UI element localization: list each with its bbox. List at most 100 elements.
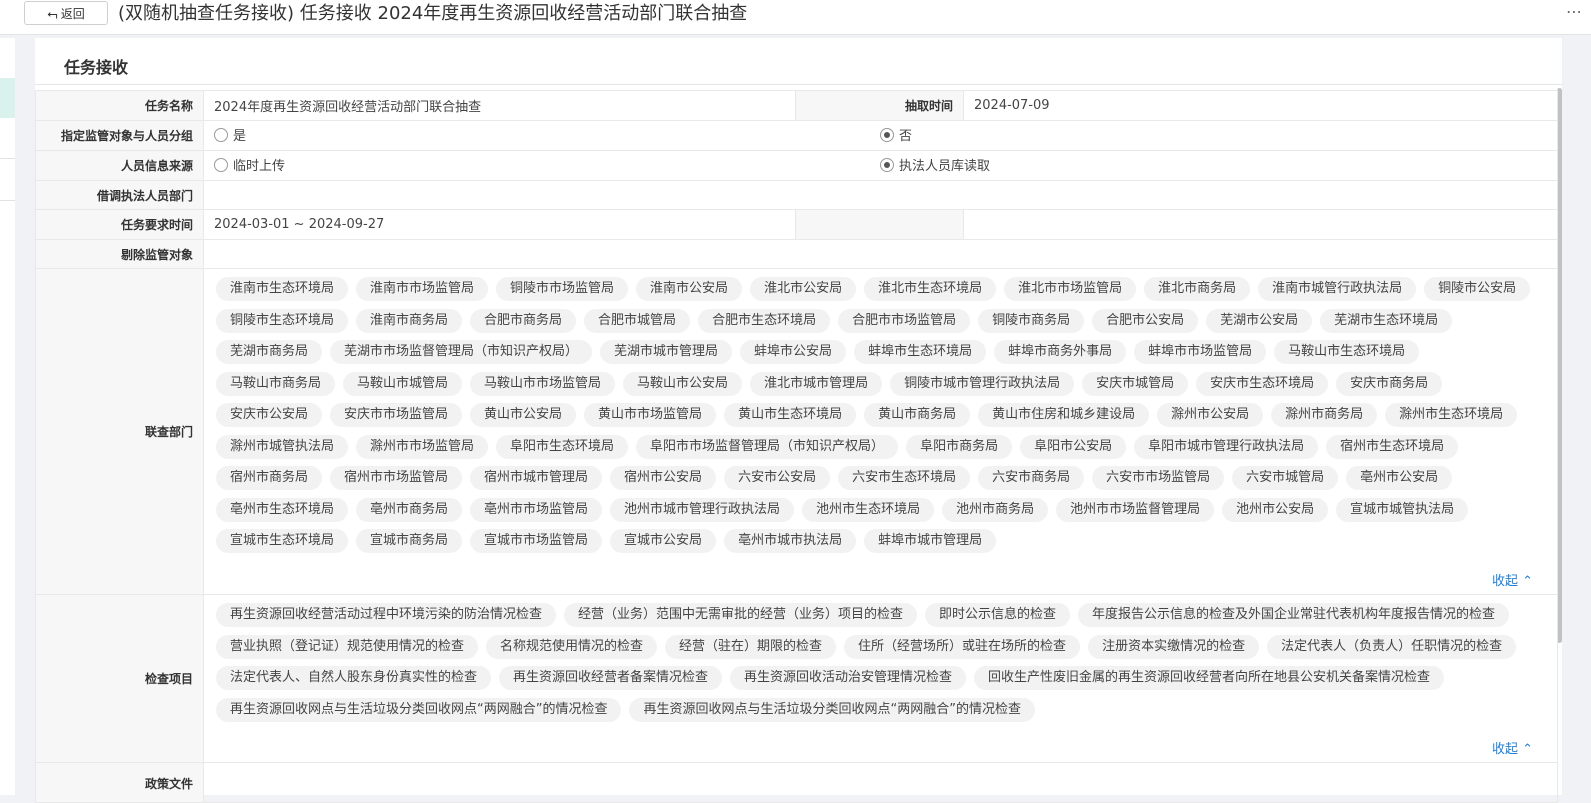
policy-label: 政策文件 <box>35 762 204 803</box>
check-item-tag: 再生资源回收网点与生活垃圾分类回收网点“两网融合”的情况检查 <box>629 697 1035 722</box>
dept-tag: 合肥市城管局 <box>584 308 691 333</box>
assign-options: 是 否 <box>203 120 1558 151</box>
source-label: 人员信息来源 <box>35 150 204 181</box>
dept-tag: 合肥市商务局 <box>470 308 577 333</box>
radio-checked-icon <box>880 157 894 172</box>
check-item-tag: 法定代表人、自然人股东身份真实性的检查 <box>216 666 492 690</box>
empty-label-cell <box>795 209 964 240</box>
dept-tag: 马鞍山市公安局 <box>623 371 743 396</box>
sidebar-divider <box>0 200 15 201</box>
draw-time-value: 2024-07-09 <box>963 90 1558 121</box>
dept-tag: 黄山市住房和城乡建设局 <box>978 403 1150 427</box>
main-panel: 任务接收 任务名称 2024年度再生资源回收经营活动部门联合抽查 抽取时间 20… <box>35 38 1562 803</box>
dept-tag: 马鞍山市商务局 <box>216 371 336 396</box>
dept-tag: 蚌埠市公安局 <box>740 340 847 364</box>
dept-tag: 宿州市商务局 <box>216 466 323 490</box>
back-button[interactable]: ⮢ 返回 <box>24 1 108 25</box>
depts-label: 联查部门 <box>35 268 204 595</box>
dept-tag: 合肥市市场监管局 <box>838 308 971 333</box>
dept-tag: 宿州市市场监管局 <box>330 466 463 490</box>
req-time-label: 任务要求时间 <box>35 209 204 240</box>
back-label: 返回 <box>60 7 85 21</box>
check-item-tag: 经营（业务）范围中无需审批的经营（业务）项目的检查 <box>564 603 918 627</box>
dept-tag: 池州市城市管理行政执法局 <box>610 497 795 522</box>
borrow-value <box>203 180 1558 210</box>
dept-tag: 蚌埠市商务外事局 <box>994 340 1127 364</box>
dept-tag: 淮北市商务局 <box>1144 277 1251 301</box>
dept-tag: 芜湖市商务局 <box>216 340 323 364</box>
dept-tag: 六安市生态环境局 <box>838 466 971 490</box>
dept-tag: 阜阳市市场监督管理局（市知识产权局） <box>636 434 899 459</box>
check-item-tag: 住所（经营场所）或驻在场所的检查 <box>844 634 1081 659</box>
check-item-tag: 再生资源回收经营活动过程中环境污染的防治情况检查 <box>216 603 557 627</box>
check-item-tag: 再生资源回收经营者备案情况检查 <box>499 666 723 690</box>
dept-tag: 亳州市城市执法局 <box>724 529 857 553</box>
dept-tag: 宣城市城管执法局 <box>1336 497 1469 522</box>
sidebar-active-item[interactable] <box>0 78 15 118</box>
depts-cell: 淮南市生态环境局 淮南市市场监管局 铜陵市市场监管局 淮南市公安局 淮北市公安局 淮北市生… <box>203 268 1558 595</box>
dept-tag: 宣城市生态环境局 <box>216 529 349 553</box>
check-item-tag: 回收生产性废旧金属的再生资源回收经营者向所在地县公安机关备案情况检查 <box>974 666 1445 690</box>
more-icon[interactable]: ⋯ <box>1566 2 1583 21</box>
dept-tag: 六安市商务局 <box>978 466 1085 490</box>
dept-tag: 黄山市市场监管局 <box>584 403 717 427</box>
source-temp-label: 临时上传 <box>233 159 286 175</box>
dept-tag: 池州市商务局 <box>942 497 1049 522</box>
dept-tag: 宣城市市场监管局 <box>470 529 603 553</box>
assign-yes-radio[interactable]: 是 <box>214 125 246 144</box>
check-item-tag: 再生资源回收网点与生活垃圾分类回收网点“两网融合”的情况检查 <box>216 697 622 722</box>
radio-circle-icon <box>214 157 228 172</box>
dept-tag: 黄山市公安局 <box>470 403 577 427</box>
radio-checked-icon <box>880 127 894 142</box>
source-temp-radio[interactable]: 临时上传 <box>214 155 285 174</box>
items-collapse-button[interactable]: 收起 ⌃ <box>1492 738 1533 757</box>
dept-tag: 亳州市公安局 <box>1346 466 1453 490</box>
dept-tag: 宿州市公安局 <box>610 466 717 490</box>
dept-tag: 宿州市城市管理局 <box>470 466 603 490</box>
items-cell: 再生资源回收经营活动过程中环境污染的防治情况检查 经营（业务）范围中无需审批的经营… <box>203 594 1558 763</box>
top-header: ⮢ 返回 (双随机抽查任务接收) 任务接收 2024年度再生资源回收经营活动部门联… <box>0 0 1591 35</box>
depts-collapse-button[interactable]: 收起 ⌃ <box>1492 570 1533 589</box>
dept-tag: 滁州市商务局 <box>1271 403 1378 427</box>
check-item-tag: 法定代表人（负责人）任职情况的检查 <box>1267 634 1517 659</box>
dept-tag: 铜陵市公安局 <box>1424 277 1531 301</box>
dept-tag: 淮南市公安局 <box>636 277 743 301</box>
page-title: (双随机抽查任务接收) 任务接收 2024年度再生资源回收经营活动部门联合抽查 <box>118 3 748 24</box>
exclude-value <box>203 239 1558 269</box>
dept-tag: 黄山市商务局 <box>864 403 971 427</box>
dept-tag: 淮南市生态环境局 <box>216 277 349 301</box>
chevron-up-icon: ⌃ <box>1522 742 1533 757</box>
dept-tag: 蚌埠市城市管理局 <box>864 529 997 553</box>
dept-tag: 阜阳市生态环境局 <box>496 434 629 459</box>
dept-tag: 马鞍山市城管局 <box>343 371 463 396</box>
policy-value <box>203 762 1558 803</box>
dept-tag: 池州市生态环境局 <box>802 497 935 522</box>
dept-tag: 淮南市城管行政执法局 <box>1258 277 1417 301</box>
check-item-tag: 再生资源回收活动治安管理情况检查 <box>730 666 967 690</box>
source-db-label: 执法人员库读取 <box>899 159 991 175</box>
dept-tag: 合肥市公安局 <box>1092 308 1199 333</box>
dept-tag: 亳州市生态环境局 <box>216 497 349 522</box>
dept-tag: 滁州市市场监管局 <box>356 434 489 459</box>
dept-tag: 滁州市城管执法局 <box>216 434 349 459</box>
dept-tag: 蚌埠市市场监管局 <box>1134 340 1267 364</box>
dept-tag: 淮北市市场监管局 <box>1004 277 1137 301</box>
dept-tag: 淮北市生态环境局 <box>864 277 997 301</box>
dept-tag: 宿州市生态环境局 <box>1326 434 1459 459</box>
dept-tag: 六安市公安局 <box>724 466 831 490</box>
dept-tag: 安庆市生态环境局 <box>1196 371 1329 396</box>
dept-tag: 马鞍山市生态环境局 <box>1274 340 1420 364</box>
dept-tag: 芜湖市公安局 <box>1206 308 1313 333</box>
item-tag-list: 再生资源回收经营活动过程中环境污染的防治情况检查 经营（业务）范围中无需审批的经营… <box>204 595 1557 733</box>
draw-time-label: 抽取时间 <box>795 90 964 121</box>
dept-tag: 亳州市市场监管局 <box>470 497 603 522</box>
back-arrow-icon: ⮢ <box>47 7 58 22</box>
task-form: 任务名称 2024年度再生资源回收经营活动部门联合抽查 抽取时间 2024-07… <box>35 90 1558 803</box>
dept-tag: 安庆市商务局 <box>1336 371 1443 396</box>
dept-tag: 淮北市城市管理局 <box>750 371 883 396</box>
source-db-radio[interactable]: 执法人员库读取 <box>880 155 990 174</box>
dept-tag: 铜陵市生态环境局 <box>216 308 349 333</box>
assign-no-radio[interactable]: 否 <box>880 125 912 144</box>
dept-tag-list: 淮南市生态环境局 淮南市市场监管局 铜陵市市场监管局 淮南市公安局 淮北市公安局 淮北市生… <box>204 269 1557 565</box>
dept-tag: 合肥市生态环境局 <box>698 308 831 333</box>
